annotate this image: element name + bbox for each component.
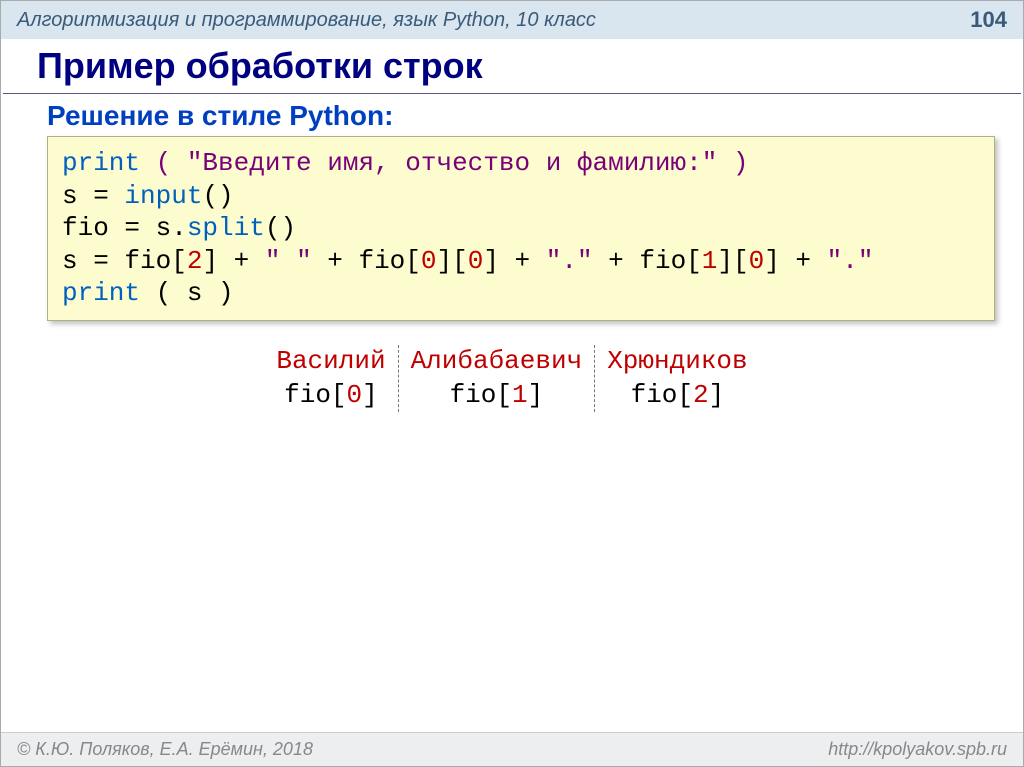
example-label: ] <box>362 380 378 410</box>
page-title: Пример обработки строк <box>3 39 1021 94</box>
code-text: ( s ) <box>140 278 234 308</box>
example-block: Василий Алибабаевич Хрюндиков fio[0] fio… <box>1 343 1023 414</box>
table-row: Василий Алибабаевич Хрюндиков <box>266 345 757 378</box>
code-keyword: split <box>187 213 265 243</box>
example-label: fio[ <box>284 380 346 410</box>
copyright: © К.Ю. Поляков, Е.А. Ерёмин, 2018 <box>17 739 313 760</box>
code-string: " " <box>265 246 312 276</box>
example-index: 1 <box>512 380 528 410</box>
code-keyword: print <box>62 148 140 178</box>
header-bar: Алгоритмизация и программирование, язык … <box>1 1 1023 39</box>
code-string: "." <box>546 246 593 276</box>
example-word: Хрюндиков <box>607 346 747 376</box>
divider <box>594 345 595 412</box>
example-label: ] <box>528 380 544 410</box>
code-text: s = <box>62 181 124 211</box>
code-text: ][ <box>717 246 748 276</box>
code-text: + fio[ <box>593 246 702 276</box>
code-number: 0 <box>421 246 437 276</box>
code-text: ][ <box>437 246 468 276</box>
code-keyword: input <box>124 181 202 211</box>
footer-link: http://kpolyakov.spb.ru <box>828 739 1007 760</box>
code-text: s = fio[ <box>62 246 187 276</box>
example-table: Василий Алибабаевич Хрюндиков fio[0] fio… <box>264 343 759 414</box>
example-index: 0 <box>347 380 363 410</box>
code-text: fio = s. <box>62 213 187 243</box>
code-text: ] + <box>202 246 264 276</box>
code-text: () <box>265 213 296 243</box>
subtitle: Решение в стиле Python: <box>1 94 1023 136</box>
code-number: 0 <box>468 246 484 276</box>
example-index: 2 <box>693 380 709 410</box>
code-number: 1 <box>702 246 718 276</box>
code-text: () <box>202 181 233 211</box>
code-number: 2 <box>187 246 203 276</box>
example-label: fio[ <box>450 380 512 410</box>
divider <box>398 345 399 412</box>
code-block: print ( "Введите имя, отчество и фамилию… <box>47 136 995 321</box>
footer: © К.Ю. Поляков, Е.А. Ерёмин, 2018 http:/… <box>1 732 1023 766</box>
breadcrumb: Алгоритмизация и программирование, язык … <box>17 9 596 32</box>
code-text: ] + <box>483 246 545 276</box>
code-string: "." <box>827 246 874 276</box>
code-text: + fio[ <box>312 246 421 276</box>
code-text: ] + <box>764 246 826 276</box>
example-label: ] <box>709 380 725 410</box>
page-number: 104 <box>970 7 1007 33</box>
example-word: Василий <box>276 346 385 376</box>
example-label: fio[ <box>631 380 693 410</box>
example-word: Алибабаевич <box>411 346 583 376</box>
code-number: 0 <box>749 246 765 276</box>
slide: Алгоритмизация и программирование, язык … <box>0 0 1024 767</box>
table-row: fio[0] fio[1] fio[2] <box>266 379 757 412</box>
code-keyword: print <box>62 278 140 308</box>
code-string: ( "Введите имя, отчество и фамилию:" ) <box>156 148 749 178</box>
